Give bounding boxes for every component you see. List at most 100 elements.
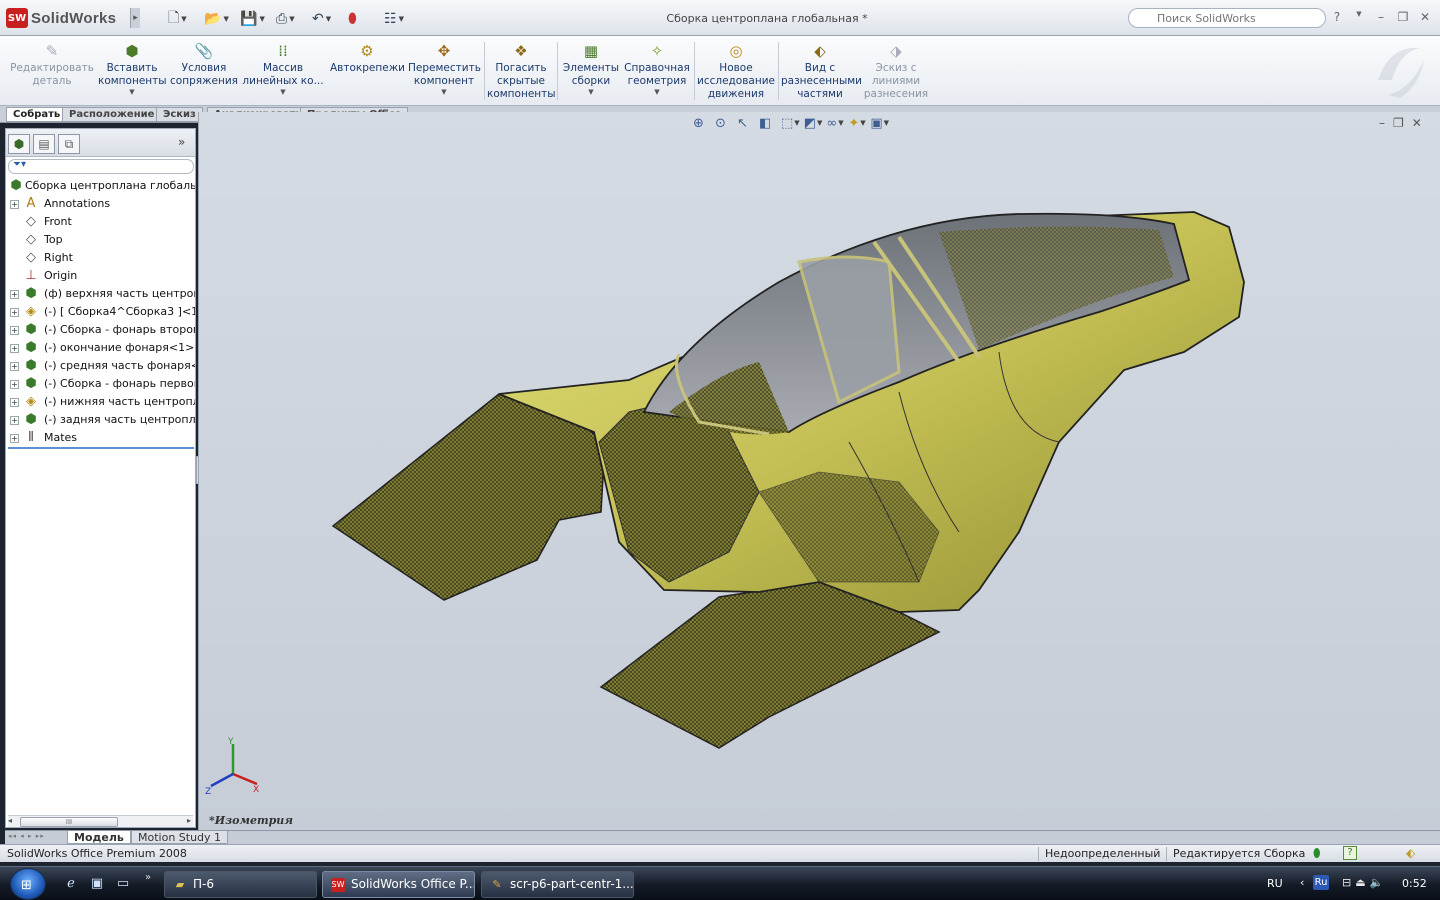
previous-view-button[interactable]: ↖ <box>737 114 755 132</box>
explode-line-sketch-button[interactable]: ⬗ Эскиз с линиями разнесения <box>862 42 930 101</box>
viewport-restore-icon[interactable]: ❐ <box>1393 116 1404 130</box>
view-settings-button[interactable]: ▣ ▼ <box>870 114 889 132</box>
view-orientation-button[interactable]: ⬚ ▼ <box>781 114 800 132</box>
tags-icon[interactable]: ⬖ <box>1406 846 1415 860</box>
volume-icon[interactable]: 🔈 <box>1370 876 1384 889</box>
tree-node[interactable]: + ⬢ (ф) верхняя часть центропла <box>6 285 195 303</box>
minimize-icon[interactable]: – <box>1374 10 1388 24</box>
expand-toggle-icon[interactable]: + <box>10 344 19 353</box>
internet-explorer-icon[interactable]: ℯ <box>62 875 80 893</box>
linear-pattern-button[interactable]: ⁞⁞ Массив линейных ко... ▼ <box>242 42 324 96</box>
exploded-view-button[interactable]: ⬖ Вид с разнесенными частями <box>781 42 862 101</box>
scroll-thumb[interactable]: III <box>20 817 118 827</box>
tree-node[interactable]: + ⬢ (-) Сборка - фонарь второго r <box>6 321 195 339</box>
expand-toggle-icon[interactable]: + <box>10 362 19 371</box>
start-button[interactable]: ⊞ <box>10 868 46 900</box>
tree-node[interactable]: + ⫴ Mates <box>6 429 195 447</box>
quick-launch-more-icon[interactable]: » <box>145 872 151 883</box>
expand-toggle-icon[interactable]: + <box>10 380 19 389</box>
tab-motion-study-1[interactable]: Motion Study 1 <box>131 831 229 844</box>
new-document-button[interactable]: 🗋 ▼ <box>168 9 198 29</box>
clock[interactable]: 0:52 <box>1402 877 1427 890</box>
tab-model[interactable]: Модель <box>67 831 131 844</box>
folder-open-icon: 📂 <box>204 11 222 27</box>
tab-layout[interactable]: Расположение <box>62 107 162 122</box>
display-style-button[interactable]: ◩ ▼ <box>804 114 823 132</box>
quick-tips-icon[interactable]: ? <box>1343 846 1357 860</box>
horizontal-scrollbar[interactable]: ◂ III ▸ <box>8 815 193 827</box>
search-input[interactable] <box>1128 8 1326 28</box>
scene-button[interactable]: ✦ ▼ <box>848 114 866 132</box>
save-button[interactable]: 💾 ▼ <box>240 9 270 29</box>
expand-toggle-icon[interactable]: + <box>10 434 19 443</box>
task-solidworks[interactable]: SW SolidWorks Office P... <box>322 871 475 898</box>
move-component-button[interactable]: ✥ Переместить компонент ▼ <box>408 42 481 96</box>
tray-expand-icon[interactable]: ‹ <box>1300 876 1304 889</box>
tree-node[interactable]: + ⬢ (-) средняя часть фонаря<1> <box>6 357 195 375</box>
safely-remove-icon[interactable]: ⏏ <box>1355 876 1365 889</box>
expand-toggle-icon[interactable]: + <box>10 308 19 317</box>
assembly-features-button[interactable]: ▦ Элементы сборки ▼ <box>560 42 622 96</box>
scroll-right-icon[interactable]: ▸ <box>187 816 191 825</box>
solidworks-logo[interactable]: SW SolidWorks <box>6 7 116 29</box>
help-icon[interactable]: ? <box>1330 10 1344 24</box>
tab-assemble[interactable]: Собрать <box>6 107 68 122</box>
menu-flyout-arrow-icon[interactable]: ▸ <box>130 8 140 28</box>
language-indicator[interactable]: RU <box>1267 877 1283 890</box>
show-hidden-components-button[interactable]: ❖ Погасить скрытые компоненты <box>487 42 556 101</box>
tab-scroll-arrows[interactable]: ◂◂ ◂ ▸ ▸▸ <box>8 832 64 842</box>
expand-toggle-icon[interactable]: + <box>10 416 19 425</box>
smart-fasteners-button[interactable]: ⚙ Автокрепежи <box>330 42 405 75</box>
tree-node[interactable]: + ⬢ (-) окончание фонаря<1> -> <box>6 339 195 357</box>
help-dropdown-icon[interactable]: ▼ <box>1352 10 1366 24</box>
keyboard-layout-badge[interactable]: Ru <box>1313 875 1329 890</box>
expand-toggle-icon[interactable]: + <box>10 200 19 209</box>
tree-node[interactable]: + ◈ (-) нижняя часть центроплана <box>6 393 195 411</box>
quick-launch: ℯ ▣ ▭ <box>62 875 132 893</box>
network-icon[interactable]: ⊟ <box>1342 876 1351 889</box>
tree-node[interactable]: + ⬢ (-) задняя часть центроплана <box>6 411 195 429</box>
task-folder-p6[interactable]: ▰ П-6 <box>164 871 317 898</box>
explorer-icon[interactable]: ▣ <box>88 875 106 893</box>
tree-node[interactable]: ◇ Front <box>6 213 195 231</box>
viewport-close-icon[interactable]: ✕ <box>1412 116 1422 130</box>
task-image-viewer[interactable]: ✎ scr-p6-part-centr-1... <box>481 871 634 898</box>
feature-manager-tab[interactable]: ⬢ <box>8 134 30 154</box>
tree-node[interactable]: ◇ Top <box>6 231 195 249</box>
show-desktop-icon[interactable]: ▭ <box>114 875 132 893</box>
tree-node[interactable]: + A Annotations <box>6 195 195 213</box>
tree-node[interactable]: + ⬢ (-) Сборка - фонарь первого r <box>6 375 195 393</box>
options-button[interactable]: ☷ ▼ <box>384 9 414 29</box>
edit-part-button[interactable]: ✎ Редактировать деталь <box>10 42 94 88</box>
reference-geometry-button[interactable]: ✧ Справочная геометрия ▼ <box>624 42 690 96</box>
expand-panel-icon[interactable]: » <box>178 135 185 149</box>
zoom-to-fit-button[interactable]: ⊕ <box>693 114 711 132</box>
zoom-to-area-button[interactable]: ⊙ <box>715 114 733 132</box>
rebuild-button[interactable]: ⬮ <box>348 9 378 29</box>
restore-icon[interactable]: ❐ <box>1396 10 1410 24</box>
configuration-manager-tab[interactable]: ⧉ <box>58 134 80 154</box>
section-view-button[interactable]: ◧ <box>759 114 777 132</box>
graphics-area[interactable]: ⊕ ⊙ ↖ ◧ ⬚ ▼ ◩ ▼ ∞ ▼ ✦ ▼ ▣ ▼ – ❐ ✕ Y X Z *Изом… <box>198 112 1440 830</box>
expand-toggle-icon[interactable]: + <box>10 326 19 335</box>
insert-components-button[interactable]: ⬢ Вставить компоненты ▼ <box>98 42 167 96</box>
tree-node[interactable]: ⊥ Origin <box>6 267 195 285</box>
tree-filter[interactable]: ⏷▾ <box>8 159 194 174</box>
mate-button[interactable]: 📎 Условия сопряжения <box>170 42 238 88</box>
tree-root-assembly[interactable]: ⬢ Сборка центроплана глобальная <box>6 177 195 195</box>
rebuild-light-icon[interactable]: ⬮ <box>1313 846 1321 861</box>
tree-node[interactable]: + ◈ (-) [ Сборка4^Сборка3 ]<1> <box>6 303 195 321</box>
viewport-minimize-icon[interactable]: – <box>1379 116 1385 130</box>
print-button[interactable]: ⎙ ▼ <box>276 9 306 29</box>
undo-button[interactable]: ↶ ▼ <box>312 9 342 29</box>
open-button[interactable]: 📂 ▼ <box>204 9 234 29</box>
hide-show-button[interactable]: ∞ ▼ <box>826 114 844 132</box>
property-manager-tab[interactable]: ▤ <box>33 134 55 154</box>
expand-toggle-icon[interactable]: + <box>10 290 19 299</box>
scroll-left-icon[interactable]: ◂ <box>8 816 12 825</box>
tree-node[interactable]: ◇ Right <box>6 249 195 267</box>
close-icon[interactable]: ✕ <box>1418 10 1432 24</box>
tab-sketch[interactable]: Эскиз <box>156 107 203 122</box>
expand-toggle-icon[interactable]: + <box>10 398 19 407</box>
new-motion-study-button[interactable]: ◎ Новое исследование движения <box>697 42 775 101</box>
